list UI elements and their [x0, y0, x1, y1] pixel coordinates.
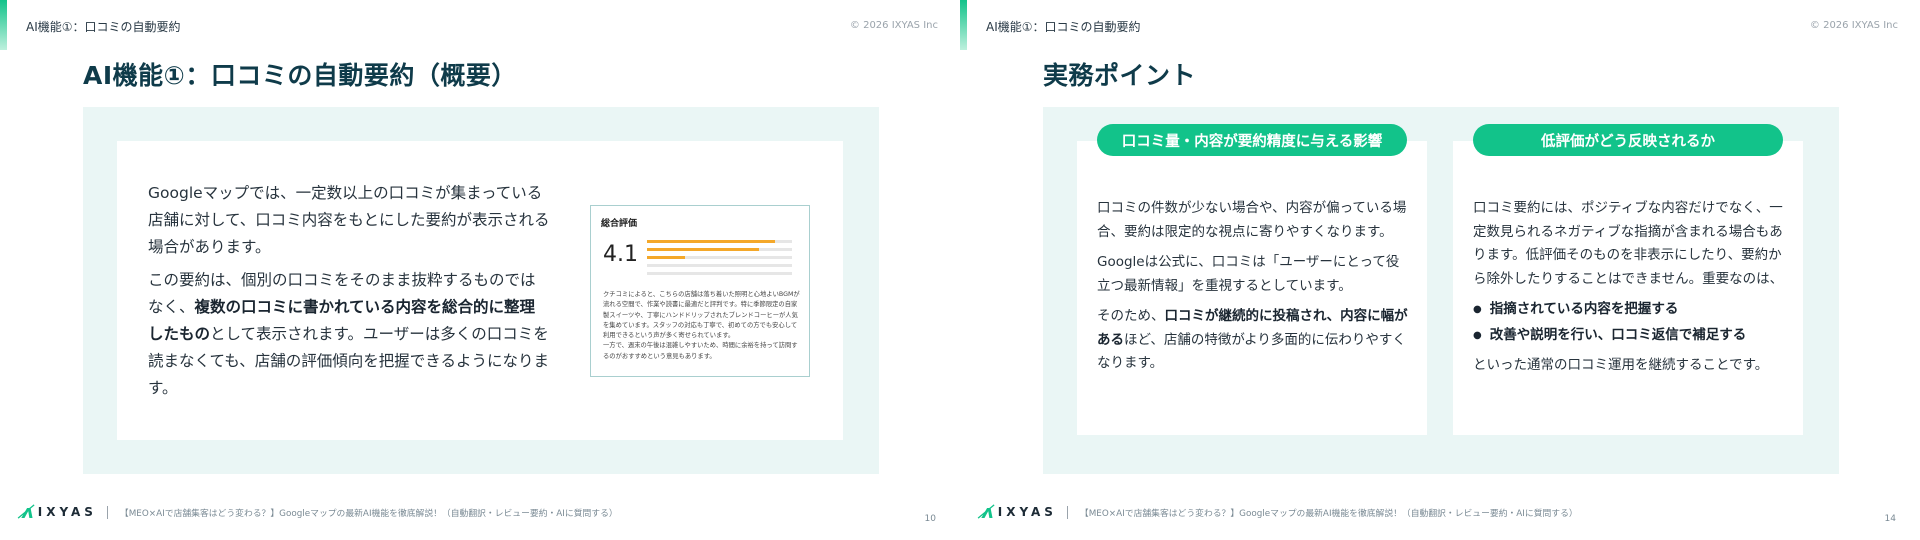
footer: ʌ̸ IXYAS 【MEO×AIで店舗集客はどう変わる？】Googleマップの最…: [22, 501, 618, 523]
header-label: AI機能①：口コミの自動要約: [26, 20, 181, 34]
left-card-heading: 口コミ量・内容が要約精度に与える影響: [1097, 124, 1407, 156]
left-paragraph-2: Googleは公式に、口コミは「ユーザーにとって役立つ最新情報」を重視するとして…: [1097, 254, 1400, 294]
copyright: © 2026 IXYAS Inc: [849, 20, 938, 31]
bullet-item: 指摘されている内容を把握する: [1473, 298, 1785, 323]
logo-text: IXYAS: [37, 505, 97, 519]
left-paragraph-1: 口コミの件数が少ない場合や、内容が偏っている場合、要約は限定的な視点に寄りやすく…: [1097, 200, 1407, 240]
right-bullet-list: 指摘されている内容を把握する 改善や説明を行い、口コミ返信で補足する: [1473, 298, 1785, 348]
header-accent-bar: [960, 0, 967, 50]
footer-divider: [106, 505, 108, 519]
copyright: © 2026 IXYAS Inc: [1809, 20, 1898, 31]
left-paragraph-3: そのため、口コミが継続的に投稿され、内容に幅があるほど、店舗の特徴がより多面的に…: [1097, 305, 1409, 376]
rating-bar-1: [647, 272, 792, 275]
right-paragraph-2: といった通常の口コミ運用を継続することです。: [1473, 357, 1769, 373]
left-card-text: 口コミの件数が少ない場合や、内容が偏っている場合、要約は限定的な視点に寄りやすく…: [1097, 197, 1409, 383]
review-summary-text: クチコミによると、こちらの店舗は落ち着いた照明と心地よいBGMが流れる空間で、作…: [603, 291, 800, 360]
logo-mark-icon: ʌ̸: [982, 501, 994, 523]
footer: ʌ̸ IXYAS 【MEO×AIで店舗集客はどう変わる？】Googleマップの最…: [982, 501, 1578, 523]
paragraph-2: この要約は、個別の口コミをそのまま抜粋するものではなく、複数の口コミに書かれてい…: [148, 267, 550, 402]
left-paragraph-3-start: そのため、: [1097, 308, 1165, 324]
rating-bar-5: [647, 240, 792, 243]
slide-14: AI機能①：口コミの自動要約 © 2026 IXYAS Inc 実務ポイント 口…: [960, 0, 1920, 540]
review-summary-mockup: 総合評価 4.1 クチコミによると、こちらの店舗は落ち着いた照明と心地よいBGM…: [590, 205, 810, 377]
review-title: 総合評価: [601, 219, 638, 229]
footer-title: 【MEO×AIで店舗集客はどう変わる？】Googleマップの最新AI機能を徹底解…: [1079, 508, 1578, 519]
left-paragraph-3-end: ほど、店舗の特徴がより多面的に伝わりやすくなります。: [1097, 331, 1406, 372]
rating-bar-fill: [647, 240, 775, 243]
right-card-text: 口コミ要約には、ポジティブな内容だけでなく、一定数見られるネガティブな指摘が含ま…: [1473, 197, 1785, 385]
header-accent-bar: [0, 0, 7, 50]
slide-title: 実務ポイント: [1043, 61, 1197, 90]
right-card-heading: 低評価がどう反映されるか: [1473, 124, 1783, 156]
right-paragraph-1: 口コミ要約には、ポジティブな内容だけでなく、一定数見られるネガティブな指摘が含ま…: [1473, 200, 1784, 287]
slide-title: AI機能①：口コミの自動要約（概要）: [83, 61, 517, 90]
body-text: Googleマップでは、一定数以上の口コミが集まっている店舗に対して、口コミ内容…: [148, 180, 550, 408]
review-score: 4.1: [603, 242, 638, 267]
page-number: 10: [924, 514, 936, 524]
footer-divider: [1066, 505, 1068, 519]
paragraph-1: Googleマップでは、一定数以上の口コミが集まっている店舗に対して、口コミ内容…: [148, 184, 550, 256]
bullet-item: 改善や説明を行い、口コミ返信で補足する: [1473, 324, 1785, 349]
rating-bar-fill: [647, 248, 759, 251]
header-label: AI機能①：口コミの自動要約: [986, 20, 1141, 34]
rating-bar-3: [647, 256, 792, 259]
rating-bar-4: [647, 248, 792, 251]
rating-bar-2: [647, 264, 792, 267]
slide-10: AI機能①：口コミの自動要約 © 2026 IXYAS Inc AI機能①：口コ…: [0, 0, 960, 540]
logo-mark-icon: ʌ̸: [22, 501, 34, 523]
logo-text: IXYAS: [997, 505, 1057, 519]
page-number: 14: [1884, 514, 1896, 524]
rating-bar-fill: [647, 256, 685, 259]
footer-title: 【MEO×AIで店舗集客はどう変わる？】Googleマップの最新AI機能を徹底解…: [119, 508, 618, 519]
